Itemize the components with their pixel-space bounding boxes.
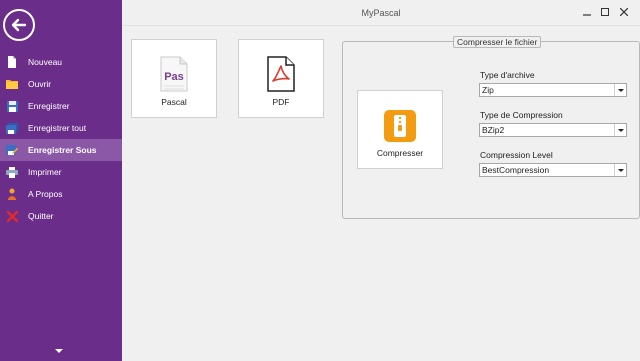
pascal-tile-button[interactable]: Pas Pascal [131, 39, 217, 118]
title-bar: MyPascal [122, 0, 640, 26]
sidebar-item-label: Enregistrer [28, 101, 70, 111]
sidebar-item-label: Nouveau [28, 57, 63, 67]
compression-type-label: Type de Compression [480, 110, 563, 120]
back-button[interactable] [3, 9, 35, 41]
minimize-button[interactable] [581, 6, 593, 18]
chevron-down-icon [614, 164, 626, 176]
sidebar-item-ouvrir[interactable]: Ouvrir [0, 73, 122, 95]
chevron-down-icon [614, 124, 626, 136]
sidebar-item-label: Ouvrir [28, 79, 52, 89]
pascal-file-icon: Pas [160, 56, 188, 92]
sidebar-item-a-propos[interactable]: A Propos [0, 183, 122, 205]
pascal-icon-text: Pas [164, 71, 184, 83]
minimize-icon [583, 14, 591, 16]
folder-icon [6, 78, 18, 90]
sidebar-item-nouveau[interactable]: Nouveau [0, 51, 122, 73]
compression-level-select[interactable]: BestCompression [479, 163, 627, 177]
sidebar-menu: Nouveau Ouvrir Enregistrer Enregistrer t… [0, 51, 122, 227]
archive-type-value: Zip [482, 85, 494, 95]
sidebar-item-label: Enregistrer tout [28, 123, 87, 133]
maximize-button[interactable] [599, 6, 611, 18]
main-content: Pas Pascal PDF Compresser le fichier Com… [122, 26, 640, 361]
sidebar-item-enregistrer-sous[interactable]: Enregistrer Sous [0, 139, 122, 161]
sidebar-item-quitter[interactable]: Quitter [0, 205, 122, 227]
archive-type-select[interactable]: Zip [479, 83, 627, 97]
sidebar-item-imprimer[interactable]: Imprimer [0, 161, 122, 183]
pascal-tile-label: Pascal [161, 97, 187, 107]
printer-icon [6, 166, 18, 178]
chevron-down-icon [614, 84, 626, 96]
save-icon [6, 100, 18, 112]
pdf-tile-button[interactable]: PDF [238, 39, 324, 118]
info-icon [6, 188, 18, 200]
save-all-icon [6, 122, 18, 134]
compress-group: Compresser le fichier Compresser Type d'… [342, 36, 640, 219]
sidebar-item-label: Quitter [28, 211, 54, 221]
compression-type-select[interactable]: BZip2 [479, 123, 627, 137]
window-title: MyPascal [361, 8, 401, 18]
compress-group-title: Compresser le fichier [453, 36, 542, 48]
maximize-icon [601, 8, 609, 16]
arrow-left-icon [11, 18, 27, 32]
compression-type-value: BZip2 [482, 125, 505, 135]
sidebar-item-label: Enregistrer Sous [28, 145, 97, 155]
sidebar: Nouveau Ouvrir Enregistrer Enregistrer t… [0, 0, 122, 361]
sidebar-item-label: Imprimer [28, 167, 62, 177]
new-file-icon [6, 56, 18, 68]
compression-level-label: Compression Level [480, 150, 553, 160]
save-as-icon [6, 144, 18, 156]
close-icon [620, 8, 628, 16]
compression-level-value: BestCompression [482, 165, 550, 175]
compress-button[interactable]: Compresser [357, 90, 443, 169]
archive-type-label: Type d'archive [480, 70, 535, 80]
compress-button-label: Compresser [376, 148, 424, 158]
scroll-down-icon[interactable] [55, 349, 63, 353]
pdf-file-icon [267, 56, 295, 92]
sidebar-item-enregistrer-tout[interactable]: Enregistrer tout [0, 117, 122, 139]
sidebar-item-label: A Propos [28, 189, 63, 199]
pdf-tile-label: PDF [272, 97, 290, 107]
exit-icon [6, 210, 18, 222]
close-button[interactable] [618, 6, 630, 18]
zip-archive-icon [384, 110, 416, 142]
sidebar-item-enregistrer[interactable]: Enregistrer [0, 95, 122, 117]
